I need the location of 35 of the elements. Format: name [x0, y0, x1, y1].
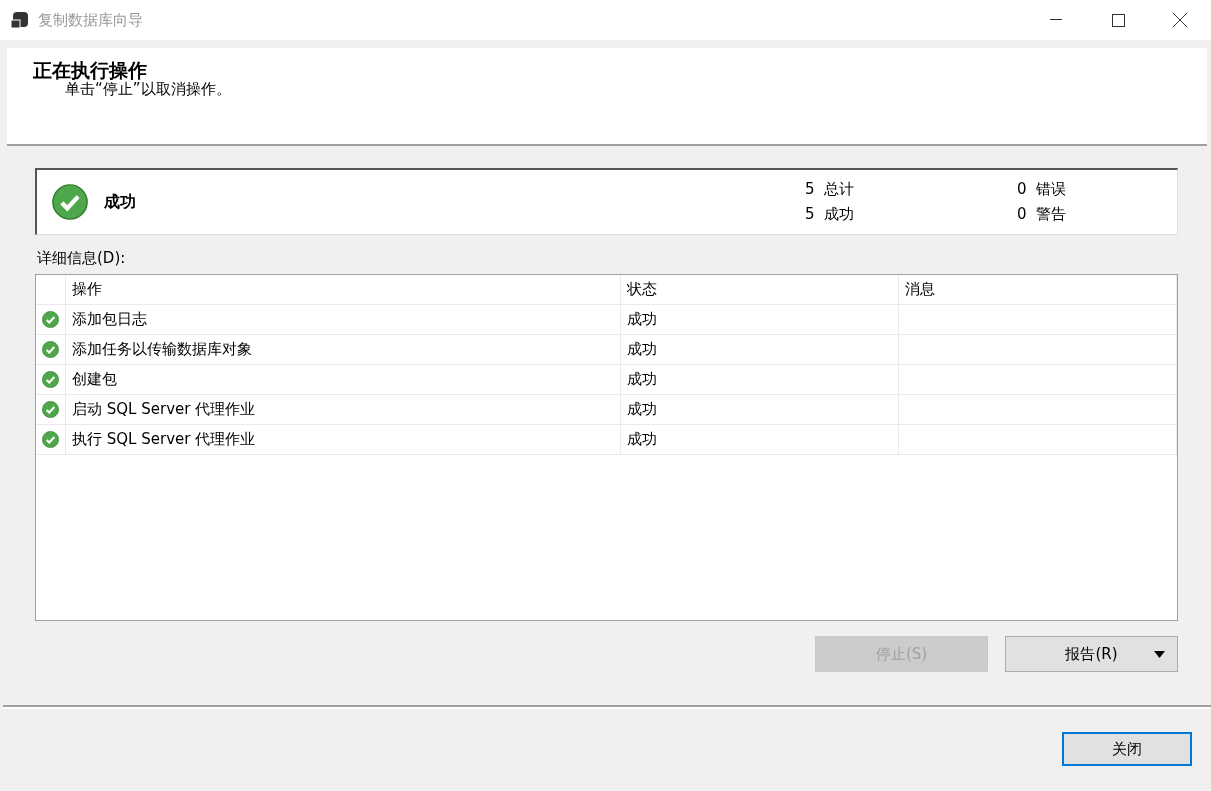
caret-icon: [1154, 651, 1165, 658]
summary-count: 5 总计: [805, 180, 856, 199]
success-icon: [42, 341, 59, 358]
success-icon: [42, 401, 59, 418]
table-cell: 创建包: [66, 365, 621, 394]
maximize-icon: [1111, 13, 1125, 27]
table-cell: 添加包日志: [66, 305, 621, 334]
page-title: 正在执行操作: [33, 60, 147, 80]
column-header[interactable]: 状态: [621, 275, 899, 304]
minimize-icon: [1050, 19, 1062, 21]
column-header[interactable]: 操作: [66, 275, 621, 304]
summary-status: 成功: [104, 191, 137, 213]
summary-count: 5 成功: [805, 205, 856, 224]
success-icon: [42, 371, 59, 388]
close-icon: [1173, 13, 1187, 27]
success-icon: [42, 431, 59, 448]
table-cell: 成功: [621, 305, 899, 334]
table-cell: 添加任务以传输数据库对象: [66, 335, 621, 364]
table-cell: 执行 SQL Server 代理作业: [66, 425, 621, 454]
window-title: 复制数据库向导: [38, 10, 144, 30]
database-icon: [10, 11, 30, 29]
success-icon: [52, 184, 88, 220]
table-cell: 启动 SQL Server 代理作业: [66, 395, 621, 424]
table-cell: 成功: [621, 395, 899, 424]
summary-count: 0 警告: [1017, 205, 1068, 224]
success-icon: [42, 311, 59, 328]
table-cell: 成功: [621, 365, 899, 394]
summary-count: 0 错误: [1017, 180, 1068, 199]
table-cell: 成功: [621, 425, 899, 454]
page-subtitle: 单击“停止”以取消操作。: [65, 80, 232, 98]
table-cell: 成功: [621, 335, 899, 364]
close-dialog-button[interactable]: 关闭: [1062, 732, 1192, 766]
details-label: 详细信息(D):: [37, 249, 127, 268]
column-header[interactable]: 消息: [899, 275, 1177, 304]
report-button[interactable]: 报告(R): [1005, 636, 1178, 672]
